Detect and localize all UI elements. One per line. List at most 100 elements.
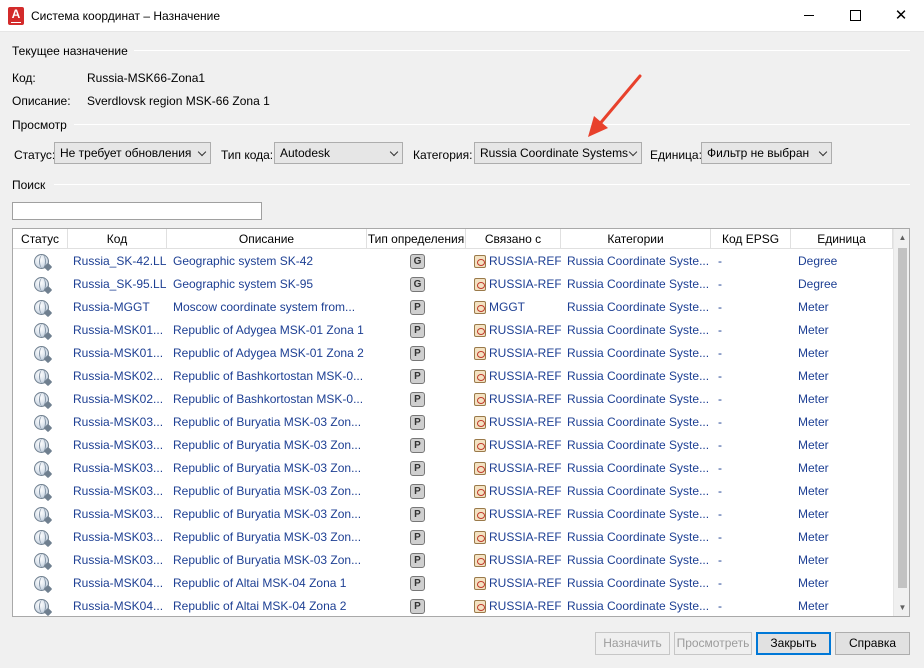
section-divider: [134, 50, 910, 51]
coordinate-system-globe-icon: [34, 553, 49, 568]
description-value: Sverdlovsk region MSK-66 Zona 1: [87, 94, 270, 108]
chevron-down-icon: [197, 147, 207, 157]
column-header-linked-to[interactable]: Связано с: [466, 229, 561, 249]
cell-unit: Meter: [798, 300, 829, 314]
datum-link-icon: [474, 370, 486, 383]
cell-category: Russia Coordinate Syste...: [567, 530, 709, 544]
cell-unit: Meter: [798, 484, 829, 498]
coordinate-system-globe-icon: [34, 484, 49, 499]
status-filter-dropdown[interactable]: Не требует обновления: [54, 142, 211, 164]
scroll-thumb[interactable]: [898, 248, 907, 588]
cell-description: Republic of Buryatia MSK-03 Zon...: [173, 507, 362, 521]
cell-description: Republic of Adygea MSK-01 Zona 1: [173, 323, 364, 337]
coordinate-system-globe-icon: [34, 599, 49, 614]
assign-button[interactable]: Назначить: [595, 632, 670, 655]
projected-type-icon: P: [410, 507, 425, 522]
table-row[interactable]: Russia-MSK03... Republic of Buryatia MSK-…: [13, 526, 893, 549]
cell-code: Russia-MSK04...: [73, 576, 164, 590]
section-divider: [74, 124, 910, 125]
column-header-status[interactable]: Статус: [13, 229, 68, 249]
code-type-dropdown[interactable]: Autodesk: [274, 142, 403, 164]
table-row[interactable]: Russia-MSK02... Republic of Bashkortostan…: [13, 388, 893, 411]
table-header: Статус Код Описание Тип определения Связано …: [13, 229, 893, 249]
chevron-down-icon: [818, 147, 828, 157]
cell-code: Russia-MSK04...: [73, 599, 164, 613]
preview-button[interactable]: Просмотреть: [674, 632, 752, 655]
table-row[interactable]: Russia-MSK04... Republic of Altai MSK-04 …: [13, 572, 893, 595]
table-row[interactable]: Russia-MSK01... Republic of Adygea MSK-01…: [13, 319, 893, 342]
table-row[interactable]: Russia-MSK01... Republic of Adygea MSK-01…: [13, 342, 893, 365]
help-button[interactable]: Справка: [835, 632, 910, 655]
cell-description: Republic of Buryatia MSK-03 Zon...: [173, 415, 362, 429]
cell-code: Russia-MGGT: [73, 300, 150, 314]
datum-link-icon: [474, 324, 486, 337]
datum-link-icon: [474, 301, 486, 314]
close-window-button[interactable]: ✕: [878, 0, 924, 31]
cell-category: Russia Coordinate Syste...: [567, 461, 709, 475]
vertical-scrollbar[interactable]: ▲ ▼: [893, 229, 909, 616]
table-row[interactable]: Russia-MSK03... Republic of Buryatia MSK-…: [13, 434, 893, 457]
search-input[interactable]: [12, 202, 262, 220]
table-row[interactable]: Russia-MSK04... Republic of Altai MSK-04 …: [13, 595, 893, 616]
scroll-down-icon[interactable]: ▼: [894, 599, 909, 616]
table-row[interactable]: Russia-MSK03... Republic of Buryatia MSK-…: [13, 457, 893, 480]
autocad-app-icon: A: [8, 7, 24, 25]
cell-description: Republic of Bashkortostan MSK-0...: [173, 392, 364, 406]
datum-link-icon: [474, 462, 486, 475]
cell-unit: Meter: [798, 553, 829, 567]
projected-type-icon: P: [410, 438, 425, 453]
unit-value: Фильтр не выбран: [707, 146, 810, 160]
column-header-definition-type[interactable]: Тип определения: [367, 229, 466, 249]
scroll-up-icon[interactable]: ▲: [894, 229, 909, 246]
cell-linked-to: RUSSIA-REF-: [489, 530, 561, 544]
cell-epsg-code: -: [718, 484, 722, 498]
minimize-button[interactable]: [786, 0, 832, 31]
column-header-epsg-code[interactable]: Код EPSG: [711, 229, 791, 249]
close-button[interactable]: Закрыть: [756, 632, 831, 655]
projected-type-icon: P: [410, 599, 425, 614]
cell-category: Russia Coordinate Syste...: [567, 392, 709, 406]
table-row[interactable]: Russia-MSK02... Republic of Bashkortostan…: [13, 365, 893, 388]
cell-category: Russia Coordinate Syste...: [567, 553, 709, 567]
table-row[interactable]: Russia-MGGT Moscow coordinate system from…: [13, 296, 893, 319]
table-row[interactable]: Russia_SK-95.LL Geographic system SK-95 G R…: [13, 273, 893, 296]
column-header-unit[interactable]: Единица: [791, 229, 893, 249]
category-dropdown[interactable]: Russia Coordinate Systems: [474, 142, 642, 164]
maximize-button[interactable]: [832, 0, 878, 31]
table-row[interactable]: Russia-MSK03... Republic of Buryatia MSK-…: [13, 411, 893, 434]
projected-type-icon: P: [410, 461, 425, 476]
cell-code: Russia-MSK03...: [73, 553, 164, 567]
cell-category: Russia Coordinate Syste...: [567, 323, 709, 337]
cell-unit: Degree: [798, 277, 838, 291]
cell-epsg-code: -: [718, 530, 722, 544]
cell-description: Republic of Buryatia MSK-03 Zon...: [173, 530, 362, 544]
cell-code: Russia-MSK03...: [73, 530, 164, 544]
cell-category: Russia Coordinate Syste...: [567, 277, 709, 291]
projected-type-icon: P: [410, 576, 425, 591]
cell-unit: Meter: [798, 461, 829, 475]
title-bar: A Система координат – Назначение ✕: [0, 0, 924, 32]
cell-epsg-code: -: [718, 415, 722, 429]
cell-unit: Meter: [798, 323, 829, 337]
code-type-value: Autodesk: [280, 146, 331, 160]
cell-description: Republic of Buryatia MSK-03 Zon...: [173, 438, 362, 452]
column-header-description[interactable]: Описание: [167, 229, 367, 249]
cell-description: Republic of Altai MSK-04 Zona 2: [173, 599, 347, 613]
cell-unit: Degree: [798, 254, 838, 268]
cell-epsg-code: -: [718, 461, 722, 475]
chevron-down-icon: [389, 147, 399, 157]
projected-type-icon: P: [410, 346, 425, 361]
table-row[interactable]: Russia-MSK03... Republic of Buryatia MSK-…: [13, 480, 893, 503]
table-row[interactable]: Russia-MSK03... Republic of Buryatia MSK-…: [13, 549, 893, 572]
cell-linked-to: MGGT: [489, 300, 525, 314]
cell-category: Russia Coordinate Syste...: [567, 484, 709, 498]
column-header-code[interactable]: Код: [68, 229, 167, 249]
projected-type-icon: P: [410, 300, 425, 315]
unit-dropdown[interactable]: Фильтр не выбран: [701, 142, 832, 164]
table-row[interactable]: Russia-MSK03... Republic of Buryatia MSK-…: [13, 503, 893, 526]
coordinate-system-globe-icon: [34, 277, 49, 292]
cell-description: Republic of Adygea MSK-01 Zona 2: [173, 346, 364, 360]
column-header-category[interactable]: Категории: [561, 229, 711, 249]
table-row[interactable]: Russia_SK-42.LL Geographic system SK-42 G R…: [13, 250, 893, 273]
coordinate-systems-table[interactable]: Статус Код Описание Тип определения Связано …: [12, 228, 910, 617]
